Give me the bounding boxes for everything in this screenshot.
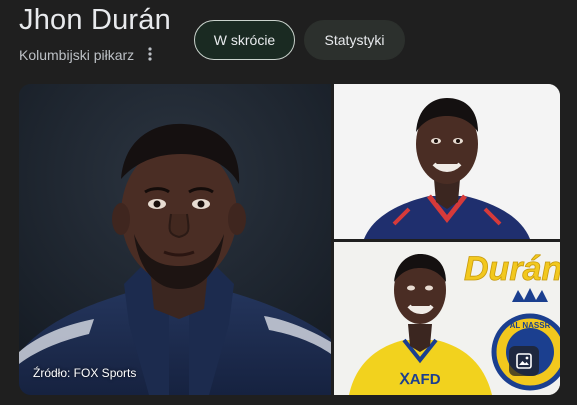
portrait-image xyxy=(19,84,331,395)
entity-header: Jhon Durán Kolumbijski piłkarz W skrócie… xyxy=(0,0,577,80)
main-photo[interactable]: Źródło: FOX Sports xyxy=(19,84,331,395)
image-source-label: Źródło: FOX Sports xyxy=(33,366,137,380)
page-title: Jhon Durán xyxy=(19,4,171,36)
banner-text: Durán xyxy=(464,250,560,288)
thumbnail-photo-1[interactable] xyxy=(334,84,560,239)
tab-statistics[interactable]: Statystyki xyxy=(304,20,405,60)
image-gallery: Źródło: FOX Sports Durán AL NASSR ⅩAFD xyxy=(19,84,560,395)
badge-text: AL NASSR xyxy=(510,321,551,330)
more-vert-icon xyxy=(148,47,152,61)
entity-subtitle: Kolumbijski piłkarz xyxy=(19,47,135,63)
shirt-sponsor-text: ⅩAFD xyxy=(398,371,440,388)
image-gallery-icon xyxy=(516,353,532,369)
more-options-button[interactable] xyxy=(140,40,160,68)
player-photo-image xyxy=(334,84,560,239)
view-images-button[interactable] xyxy=(509,346,539,376)
tab-overview[interactable]: W skrócie xyxy=(194,20,295,60)
